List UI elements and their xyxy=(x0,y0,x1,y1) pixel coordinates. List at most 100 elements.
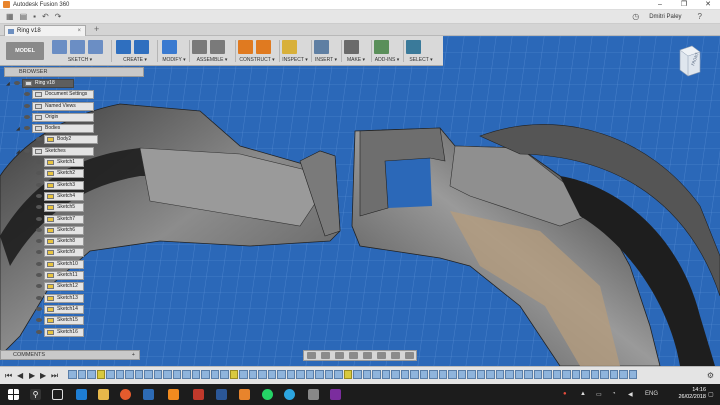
timeline-feature[interactable] xyxy=(191,370,200,379)
close-button[interactable]: ✕ xyxy=(696,0,720,10)
tray-battery-icon[interactable]: ▭ xyxy=(596,391,602,398)
viewcube[interactable]: FRONT xyxy=(678,44,702,78)
visibility-icon[interactable] xyxy=(36,295,42,300)
timeline-feature[interactable] xyxy=(372,370,381,379)
timeline-feature[interactable] xyxy=(229,370,238,379)
viewports-icon[interactable] xyxy=(404,352,414,359)
timeline-feature[interactable] xyxy=(362,370,371,379)
visibility-icon[interactable] xyxy=(36,284,42,289)
timeline-feature[interactable] xyxy=(106,370,115,379)
timeline-feature[interactable] xyxy=(429,370,438,379)
timeline-feature[interactable] xyxy=(172,370,181,379)
model-canvas[interactable] xyxy=(0,36,720,366)
timeline-back-icon[interactable]: ◀ xyxy=(17,371,23,380)
browser-item-sketch[interactable]: Sketch11 xyxy=(4,270,100,281)
toolbar-group-label[interactable]: INSERT ▾ xyxy=(312,57,340,63)
browser-item-sketch[interactable]: Sketch10 xyxy=(4,259,100,270)
timeline-feature[interactable] xyxy=(562,370,571,379)
workspace-mode-button[interactable]: MODEL xyxy=(6,42,44,60)
timeline-feature[interactable] xyxy=(419,370,428,379)
timeline-feature[interactable] xyxy=(324,370,333,379)
browser-item-sketch[interactable]: Sketch4 xyxy=(4,191,100,202)
browser-item[interactable]: Origin xyxy=(4,112,100,123)
timeline-play-icon[interactable]: ▶ xyxy=(29,371,35,380)
toolbar-group-assemble[interactable]: ASSEMBLE ▾ xyxy=(190,38,234,65)
toolbar-group-modify[interactable]: MODIFY ▾ xyxy=(160,38,188,65)
sketch-icon[interactable] xyxy=(52,40,67,54)
app-icon[interactable] xyxy=(193,389,204,400)
assemble-tool-1-icon[interactable] xyxy=(210,40,225,54)
timeline-feature[interactable] xyxy=(248,370,257,379)
timeline-feature[interactable] xyxy=(153,370,162,379)
timeline-feature[interactable] xyxy=(505,370,514,379)
browser-item[interactable]: Body2 xyxy=(4,134,100,145)
add-comment-button[interactable]: + xyxy=(132,351,135,360)
timeline-feature[interactable] xyxy=(144,370,153,379)
timeline-feature[interactable] xyxy=(210,370,219,379)
timeline-feature[interactable] xyxy=(524,370,533,379)
visibility-icon[interactable] xyxy=(36,160,42,165)
visibility-icon[interactable] xyxy=(24,114,30,119)
visibility-icon[interactable] xyxy=(36,193,42,198)
sketch-tool-1-icon[interactable] xyxy=(70,40,85,54)
timeline-feature[interactable] xyxy=(315,370,324,379)
orbit-icon[interactable] xyxy=(306,352,316,359)
toolbar-group-make[interactable]: MAKE ▾ xyxy=(342,38,370,65)
fusion-taskbar-icon[interactable] xyxy=(239,389,250,400)
tray-network-icon[interactable]: ▲ xyxy=(580,391,586,397)
telegram-icon[interactable] xyxy=(284,389,295,400)
timeline-feature[interactable] xyxy=(486,370,495,379)
visibility-icon[interactable] xyxy=(36,171,42,176)
user-name[interactable]: Dmitri Paley xyxy=(649,14,681,20)
browser-item-sketch[interactable]: Sketch16 xyxy=(4,327,100,338)
modify-icon[interactable] xyxy=(162,40,177,54)
vlc-icon[interactable] xyxy=(168,389,179,400)
toolbar-group-label[interactable]: SKETCH ▾ xyxy=(50,57,110,63)
browser-item[interactable]: Document Settings xyxy=(4,89,100,100)
maximize-button[interactable]: ❐ xyxy=(672,0,696,10)
visibility-icon[interactable] xyxy=(36,182,42,187)
addins-icon[interactable] xyxy=(374,40,389,54)
toolbar-group-inspect[interactable]: INSPECT ▾ xyxy=(280,38,310,65)
toolbar-group-create[interactable]: CREATE ▾ xyxy=(114,38,156,65)
create-tool-1-icon[interactable] xyxy=(134,40,149,54)
toolbar-group-label[interactable]: SELECT ▾ xyxy=(404,57,438,63)
browser-item-sketch[interactable]: Sketch5 xyxy=(4,202,100,213)
toolbar-group-insert[interactable]: INSERT ▾ xyxy=(312,38,340,65)
toolbar-group-label[interactable]: CONSTRUCT ▾ xyxy=(236,57,278,63)
timeline-feature[interactable] xyxy=(220,370,229,379)
browser-item-sketch[interactable]: Sketch15 xyxy=(4,315,100,326)
timeline-forward-icon[interactable]: ▶ xyxy=(40,371,46,380)
timeline-feature[interactable] xyxy=(609,370,618,379)
browser-item-sketch[interactable]: Sketch2 xyxy=(4,168,100,179)
insert-icon[interactable] xyxy=(314,40,329,54)
photoshop-icon[interactable] xyxy=(216,389,227,400)
timeline-feature[interactable] xyxy=(438,370,447,379)
windows-start-icon[interactable] xyxy=(8,389,19,400)
expand-icon[interactable]: ◢ xyxy=(16,126,20,132)
timeline-feature[interactable] xyxy=(296,370,305,379)
zoom-icon[interactable] xyxy=(348,352,358,359)
timeline-feature[interactable] xyxy=(381,370,390,379)
timeline-feature[interactable] xyxy=(495,370,504,379)
toolbar-group-label[interactable]: CREATE ▾ xyxy=(114,57,156,63)
visibility-icon[interactable] xyxy=(36,306,42,311)
create-icon[interactable] xyxy=(116,40,131,54)
visibility-icon[interactable] xyxy=(36,239,42,244)
timeline-feature[interactable] xyxy=(125,370,134,379)
toolbar-group-construct[interactable]: CONSTRUCT ▾ xyxy=(236,38,278,65)
save-icon[interactable]: ▪ xyxy=(33,12,36,21)
timeline-start-icon[interactable]: ⏮ xyxy=(5,371,12,381)
toolbar-group-label[interactable]: INSPECT ▾ xyxy=(280,57,310,63)
assemble-icon[interactable] xyxy=(192,40,207,54)
timeline-feature[interactable] xyxy=(467,370,476,379)
timeline-feature[interactable] xyxy=(305,370,314,379)
timeline-feature[interactable] xyxy=(457,370,466,379)
visibility-icon[interactable] xyxy=(24,126,30,131)
inspect-icon[interactable] xyxy=(282,40,297,54)
visibility-icon[interactable] xyxy=(14,81,20,85)
browser-item-sketch[interactable]: Sketch13 xyxy=(4,293,100,304)
search-icon[interactable]: ⚲ xyxy=(30,389,41,400)
canvas-viewport[interactable] xyxy=(0,36,720,366)
whatsapp-icon[interactable] xyxy=(262,389,273,400)
